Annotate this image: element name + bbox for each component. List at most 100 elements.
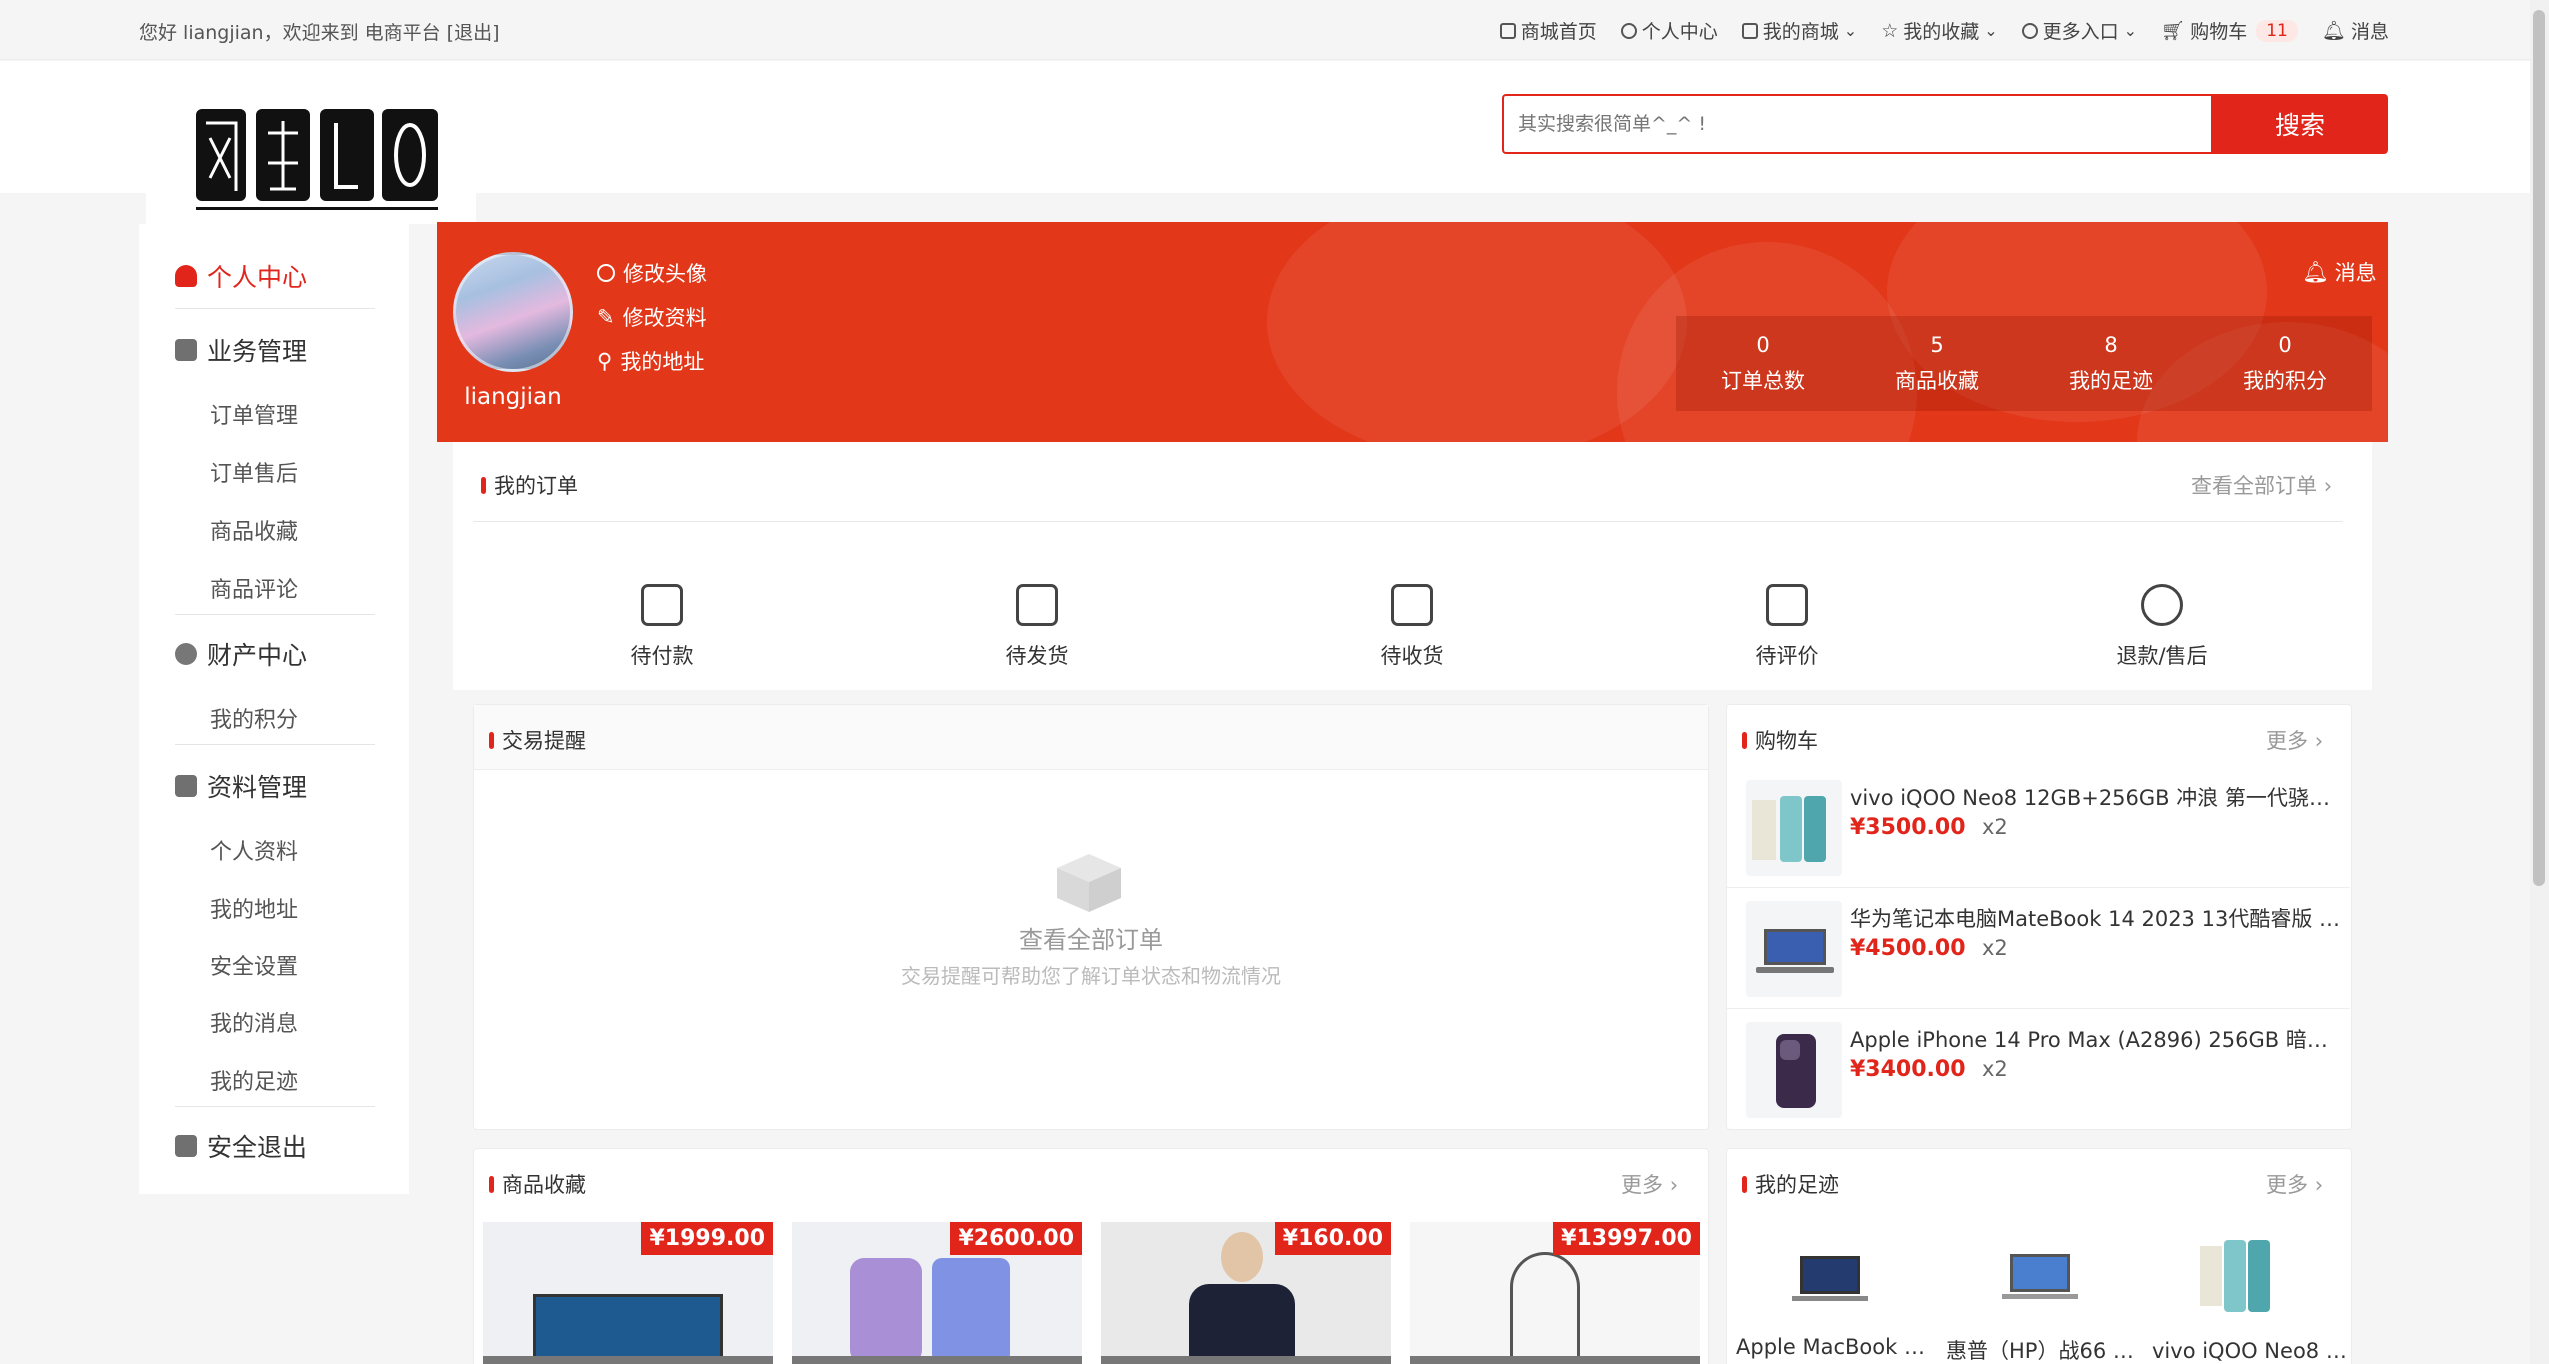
document-icon	[175, 775, 197, 797]
order-status-to-review[interactable]: 待评价	[1707, 584, 1867, 670]
sidebar-business-title: 业务管理	[207, 337, 308, 366]
stat-points-value: 0	[2278, 332, 2292, 357]
cart-item[interactable]: 华为笔记本电脑MateBook 14 2023 13代酷睿版 i5 16G 1T…	[1726, 889, 2350, 1009]
edit-profile-link[interactable]: ✎ 修改资料	[597, 302, 707, 332]
sidebar-item-footprints[interactable]: 我的足迹	[210, 1064, 298, 1096]
order-status-to-receive[interactable]: 待收货	[1332, 584, 1492, 670]
nav-messages[interactable]: 🔔︎ 消息	[2322, 17, 2389, 44]
sidebar-item-after-sales[interactable]: 订单售后	[210, 456, 298, 488]
favorites-more-link[interactable]: 更多 ›	[1621, 1169, 1678, 1199]
favorite-item[interactable]: ¥1999.00	[483, 1222, 773, 1364]
divider	[175, 614, 375, 615]
sidebar-section-assets: 财产中心	[175, 636, 307, 672]
star-icon: ☆	[1881, 19, 1899, 42]
divider	[175, 1106, 375, 1107]
sidebar-item-security[interactable]: 安全设置	[210, 949, 298, 981]
product-thumbnail	[1746, 901, 1842, 997]
edit-avatar-link[interactable]: 修改头像	[597, 258, 707, 288]
footprint-item[interactable]: Apple MacBook Pro	[1730, 1222, 1936, 1364]
truck-icon	[1391, 584, 1433, 626]
cart-more-link[interactable]: 更多 ›	[2266, 725, 2323, 755]
trade-reminder-header	[474, 705, 1708, 770]
order-status-unpaid[interactable]: 待付款	[582, 584, 742, 670]
my-address-label: 我的地址	[620, 350, 705, 374]
sidebar-item-messages[interactable]: 我的消息	[210, 1006, 298, 1038]
banner-messages-link[interactable]: 🔔︎ 消息	[2302, 257, 2377, 287]
cart-count-badge: 11	[2256, 19, 2298, 42]
package-icon	[1016, 584, 1058, 626]
empty-state-title[interactable]: 查看全部订单	[474, 920, 1708, 955]
scrollbar-thumb[interactable]	[2533, 10, 2545, 886]
stat-favorites[interactable]: 5 商品收藏	[1850, 316, 2024, 411]
search-button[interactable]: 搜索	[2212, 94, 2388, 154]
wallet-icon	[175, 643, 197, 665]
avatar[interactable]	[453, 252, 573, 372]
product-thumbnail	[2194, 1236, 2298, 1318]
sidebar-item-order-manage[interactable]: 订单管理	[210, 398, 298, 430]
favorite-item[interactable]: ¥2600.00	[792, 1222, 1082, 1364]
stat-footprints[interactable]: 8 我的足迹	[2024, 316, 2198, 411]
nav-my-store[interactable]: 我的商城 ⌄	[1741, 17, 1858, 44]
stat-footprints-value: 8	[2104, 332, 2118, 357]
trade-reminder-title: 交易提醒	[489, 725, 586, 755]
view-all-orders-link[interactable]: 查看全部订单 ›	[2191, 470, 2332, 500]
stat-points[interactable]: 0 我的积分	[2198, 316, 2372, 411]
search-input[interactable]	[1502, 94, 2213, 154]
cart-item[interactable]: vivo iQOO Neo8 12GB+256GB 冲浪 第一代骁龙8+ 自研芯…	[1726, 768, 2350, 888]
order-status-refund[interactable]: 退款/售后	[2082, 584, 2242, 670]
product-thumbnail	[1746, 780, 1842, 876]
user-icon	[175, 265, 197, 287]
stat-orders[interactable]: 0 订单总数	[1676, 316, 1850, 411]
nav-my-favorites-label: 我的收藏	[1903, 21, 1980, 43]
footprint-item[interactable]: vivo iQOO Neo8 冲浪	[2146, 1222, 2352, 1364]
chevron-down-icon: ⌄	[1843, 21, 1858, 40]
top-nav: 商城首页 个人中心 我的商城 ⌄ ☆ 我的收藏 ⌄ 更多入口 ⌄ 🛒︎ 购物车 …	[1499, 17, 2389, 44]
product-thumbnail	[1778, 1236, 1882, 1318]
empty-state-subtitle: 交易提醒可帮助您了解订单状态和物流情况	[901, 964, 1281, 988]
footprints-title: 我的足迹	[1742, 1169, 1839, 1199]
stat-favorites-label: 商品收藏	[1895, 368, 1979, 393]
nav-personal-center[interactable]: 个人中心	[1620, 17, 1718, 44]
wallet-icon	[641, 584, 683, 626]
chevron-right-icon: ›	[1669, 1173, 1679, 1197]
nav-personal-center-label: 个人中心	[1641, 21, 1718, 43]
footprints-more-link[interactable]: 更多 ›	[2266, 1169, 2323, 1199]
sidebar-section-profile: 资料管理	[175, 768, 307, 804]
cart-icon: 🛒︎	[2161, 20, 2186, 42]
cart-item-name: vivo iQOO Neo8 12GB+256GB 冲浪 第一代骁龙8+ 自研芯…	[1850, 786, 2344, 810]
nav-cart[interactable]: 🛒︎ 购物车 11	[2161, 17, 2298, 44]
favorite-item-price: ¥1999.00	[641, 1222, 773, 1255]
sidebar-personal-label: 个人中心	[207, 263, 308, 292]
favorite-item[interactable]: ¥160.00	[1101, 1222, 1391, 1364]
nav-home-label: 商城首页	[1520, 21, 1597, 43]
favorite-item[interactable]: ¥13997.00	[1410, 1222, 1700, 1364]
divider	[473, 521, 2343, 522]
sidebar-item-profile[interactable]: 个人资料	[210, 834, 298, 866]
chevron-right-icon: ›	[2323, 474, 2333, 498]
edit-profile-label: 修改资料	[622, 306, 707, 330]
product-thumbnail	[1988, 1236, 2092, 1318]
sidebar-item-personal-center[interactable]: 个人中心	[175, 258, 307, 294]
footprint-item[interactable]: 惠普（HP）战66 六代	[1940, 1222, 2146, 1364]
site-logo[interactable]	[192, 103, 442, 215]
cart-item-price: ¥4500.00	[1850, 936, 1966, 961]
location-icon: ⚲	[597, 349, 613, 373]
nav-home[interactable]: 商城首页	[1499, 17, 1597, 44]
my-address-link[interactable]: ⚲ 我的地址	[597, 346, 704, 376]
sidebar-item-address[interactable]: 我的地址	[210, 892, 298, 924]
edit-icon: ✎	[597, 305, 615, 329]
sidebar-item-points[interactable]: 我的积分	[210, 702, 298, 734]
sidebar-item-reviews[interactable]: 商品评论	[210, 572, 298, 604]
nav-my-favorites[interactable]: ☆ 我的收藏 ⌄	[1881, 17, 1997, 44]
cart-item[interactable]: Apple iPhone 14 Pro Max (A2896) 256GB 暗紫…	[1726, 1010, 2350, 1130]
greeting-text: 您好 liangjian，欢迎来到 电商平台 [退出]	[139, 22, 500, 44]
order-status-unpaid-label: 待付款	[630, 644, 694, 668]
chevron-down-icon: ⌄	[1984, 21, 1998, 40]
sidebar-item-favorites[interactable]: 商品收藏	[210, 514, 298, 546]
order-status-to-ship[interactable]: 待发货	[957, 584, 1117, 670]
sidebar-item-logout[interactable]: 安全退出	[175, 1128, 307, 1164]
logout-icon	[175, 1135, 197, 1157]
order-status-refund-label: 退款/售后	[2116, 644, 2208, 668]
home-icon	[1499, 22, 1516, 39]
nav-more-entries[interactable]: 更多入口 ⌄	[2021, 17, 2137, 44]
